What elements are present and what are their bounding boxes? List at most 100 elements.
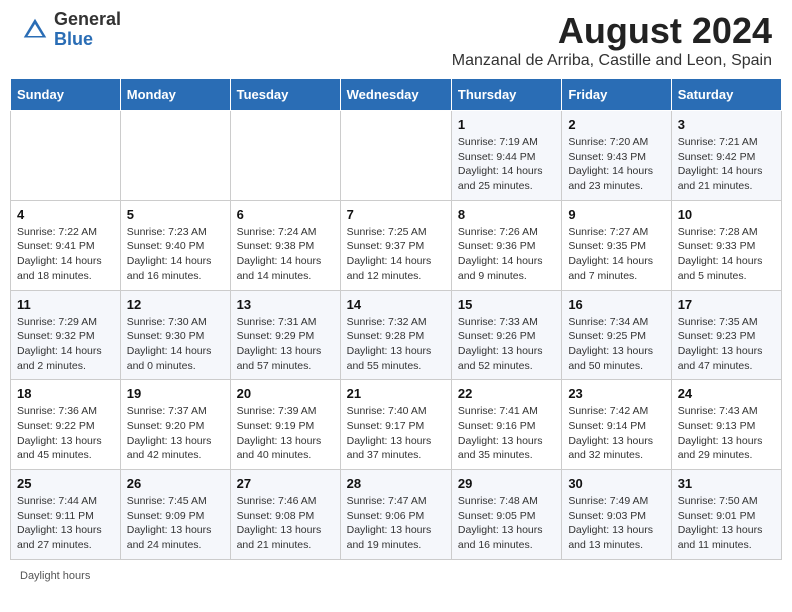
weekday-header: Tuesday (230, 79, 340, 111)
calendar-cell: 16 Sunrise: 7:34 AM Sunset: 9:25 PM Dayli… (562, 290, 671, 380)
logo-text: General Blue (54, 10, 121, 50)
day-info: Sunrise: 7:29 AM Sunset: 9:32 PM Dayligh… (17, 315, 114, 374)
calendar-cell (230, 111, 340, 201)
calendar-week-row: 25 Sunrise: 7:44 AM Sunset: 9:11 PM Dayli… (11, 470, 782, 560)
calendar-cell (340, 111, 451, 201)
calendar-cell: 18 Sunrise: 7:36 AM Sunset: 9:22 PM Dayli… (11, 380, 121, 470)
calendar-cell: 2 Sunrise: 7:20 AM Sunset: 9:43 PM Daylig… (562, 111, 671, 201)
daylight-label: Daylight hours (20, 570, 90, 582)
day-number: 1 (458, 117, 555, 132)
calendar-cell: 8 Sunrise: 7:26 AM Sunset: 9:36 PM Daylig… (451, 200, 561, 290)
calendar-cell: 22 Sunrise: 7:41 AM Sunset: 9:16 PM Dayli… (451, 380, 561, 470)
day-info: Sunrise: 7:37 AM Sunset: 9:20 PM Dayligh… (127, 404, 224, 463)
day-info: Sunrise: 7:33 AM Sunset: 9:26 PM Dayligh… (458, 315, 555, 374)
calendar-week-row: 11 Sunrise: 7:29 AM Sunset: 9:32 PM Dayli… (11, 290, 782, 380)
day-number: 7 (347, 207, 445, 222)
calendar-cell: 28 Sunrise: 7:47 AM Sunset: 9:06 PM Dayli… (340, 470, 451, 560)
day-number: 5 (127, 207, 224, 222)
day-number: 8 (458, 207, 555, 222)
day-number: 24 (678, 386, 775, 401)
calendar-cell: 23 Sunrise: 7:42 AM Sunset: 9:14 PM Dayli… (562, 380, 671, 470)
calendar-table: SundayMondayTuesdayWednesdayThursdayFrid… (10, 78, 782, 560)
day-number: 4 (17, 207, 114, 222)
calendar-cell: 26 Sunrise: 7:45 AM Sunset: 9:09 PM Dayli… (120, 470, 230, 560)
day-number: 17 (678, 297, 775, 312)
day-number: 31 (678, 476, 775, 491)
day-number: 25 (17, 476, 114, 491)
calendar-cell: 31 Sunrise: 7:50 AM Sunset: 9:01 PM Dayli… (671, 470, 781, 560)
day-info: Sunrise: 7:49 AM Sunset: 9:03 PM Dayligh… (568, 494, 664, 553)
weekday-header: Thursday (451, 79, 561, 111)
calendar-cell: 27Sunrise: 7:46 AM Sunset: 9:08 PM Dayli… (230, 470, 340, 560)
calendar-cell: 14Sunrise: 7:32 AM Sunset: 9:28 PM Dayli… (340, 290, 451, 380)
day-info: Sunrise: 7:45 AM Sunset: 9:09 PM Dayligh… (127, 494, 224, 553)
calendar-week-row: 18 Sunrise: 7:36 AM Sunset: 9:22 PM Dayli… (11, 380, 782, 470)
calendar-cell: 3Sunrise: 7:21 AM Sunset: 9:42 PM Daylig… (671, 111, 781, 201)
day-number: 29 (458, 476, 555, 491)
day-info: Sunrise: 7:44 AM Sunset: 9:11 PM Dayligh… (17, 494, 114, 553)
day-info: Sunrise: 7:34 AM Sunset: 9:25 PM Dayligh… (568, 315, 664, 374)
day-info: Sunrise: 7:39 AM Sunset: 9:19 PM Dayligh… (237, 404, 334, 463)
calendar-cell: 29 Sunrise: 7:48 AM Sunset: 9:05 PM Dayli… (451, 470, 561, 560)
day-number: 11 (17, 297, 114, 312)
calendar-cell: 9Sunrise: 7:27 AM Sunset: 9:35 PM Daylig… (562, 200, 671, 290)
location: Manzanal de Arriba, Castille and Leon, S… (452, 52, 772, 70)
day-number: 6 (237, 207, 334, 222)
day-info: Sunrise: 7:36 AM Sunset: 9:22 PM Dayligh… (17, 404, 114, 463)
calendar-cell: 25 Sunrise: 7:44 AM Sunset: 9:11 PM Dayli… (11, 470, 121, 560)
day-info: Sunrise: 7:50 AM Sunset: 9:01 PM Dayligh… (678, 494, 775, 553)
logo-icon (20, 15, 50, 45)
calendar-cell: 12Sunrise: 7:30 AM Sunset: 9:30 PM Dayli… (120, 290, 230, 380)
calendar-cell: 15Sunrise: 7:33 AM Sunset: 9:26 PM Dayli… (451, 290, 561, 380)
day-number: 30 (568, 476, 664, 491)
calendar-cell: 21Sunrise: 7:40 AM Sunset: 9:17 PM Dayli… (340, 380, 451, 470)
day-number: 2 (568, 117, 664, 132)
weekday-header: Saturday (671, 79, 781, 111)
calendar-cell: 13 Sunrise: 7:31 AM Sunset: 9:29 PM Dayli… (230, 290, 340, 380)
weekday-row: SundayMondayTuesdayWednesdayThursdayFrid… (11, 79, 782, 111)
calendar-cell (120, 111, 230, 201)
day-info: Sunrise: 7:48 AM Sunset: 9:05 PM Dayligh… (458, 494, 555, 553)
day-info: Sunrise: 7:19 AM Sunset: 9:44 PM Dayligh… (458, 135, 555, 194)
calendar-cell: 7 Sunrise: 7:25 AM Sunset: 9:37 PM Daylig… (340, 200, 451, 290)
day-number: 10 (678, 207, 775, 222)
title-block: August 2024 Manzanal de Arriba, Castille… (452, 10, 772, 70)
month-year: August 2024 (452, 10, 772, 52)
day-number: 18 (17, 386, 114, 401)
calendar-cell: 20 Sunrise: 7:39 AM Sunset: 9:19 PM Dayli… (230, 380, 340, 470)
day-info: Sunrise: 7:25 AM Sunset: 9:37 PM Dayligh… (347, 225, 445, 284)
day-info: Sunrise: 7:47 AM Sunset: 9:06 PM Dayligh… (347, 494, 445, 553)
day-number: 12 (127, 297, 224, 312)
page-header: General Blue August 2024 Manzanal de Arr… (10, 10, 782, 70)
calendar-body: 1 Sunrise: 7:19 AM Sunset: 9:44 PM Daylig… (11, 111, 782, 560)
weekday-header: Friday (562, 79, 671, 111)
day-info: Sunrise: 7:31 AM Sunset: 9:29 PM Dayligh… (237, 315, 334, 374)
day-info: Sunrise: 7:22 AM Sunset: 9:41 PM Dayligh… (17, 225, 114, 284)
day-number: 23 (568, 386, 664, 401)
calendar-cell (11, 111, 121, 201)
day-number: 26 (127, 476, 224, 491)
day-info: Sunrise: 7:20 AM Sunset: 9:43 PM Dayligh… (568, 135, 664, 194)
weekday-header: Monday (120, 79, 230, 111)
day-info: Sunrise: 7:42 AM Sunset: 9:14 PM Dayligh… (568, 404, 664, 463)
day-number: 20 (237, 386, 334, 401)
weekday-header: Sunday (11, 79, 121, 111)
day-info: Sunrise: 7:35 AM Sunset: 9:23 PM Dayligh… (678, 315, 775, 374)
day-info: Sunrise: 7:26 AM Sunset: 9:36 PM Dayligh… (458, 225, 555, 284)
day-info: Sunrise: 7:28 AM Sunset: 9:33 PM Dayligh… (678, 225, 775, 284)
weekday-header: Wednesday (340, 79, 451, 111)
day-number: 28 (347, 476, 445, 491)
day-number: 3 (678, 117, 775, 132)
calendar-week-row: 4 Sunrise: 7:22 AM Sunset: 9:41 PM Daylig… (11, 200, 782, 290)
day-number: 16 (568, 297, 664, 312)
calendar-cell: 6Sunrise: 7:24 AM Sunset: 9:38 PM Daylig… (230, 200, 340, 290)
calendar-week-row: 1 Sunrise: 7:19 AM Sunset: 9:44 PM Daylig… (11, 111, 782, 201)
day-info: Sunrise: 7:43 AM Sunset: 9:13 PM Dayligh… (678, 404, 775, 463)
day-number: 22 (458, 386, 555, 401)
footer: Daylight hours (10, 566, 782, 586)
calendar-cell: 5Sunrise: 7:23 AM Sunset: 9:40 PM Daylig… (120, 200, 230, 290)
day-number: 13 (237, 297, 334, 312)
day-info: Sunrise: 7:32 AM Sunset: 9:28 PM Dayligh… (347, 315, 445, 374)
day-info: Sunrise: 7:41 AM Sunset: 9:16 PM Dayligh… (458, 404, 555, 463)
calendar-header: SundayMondayTuesdayWednesdayThursdayFrid… (11, 79, 782, 111)
